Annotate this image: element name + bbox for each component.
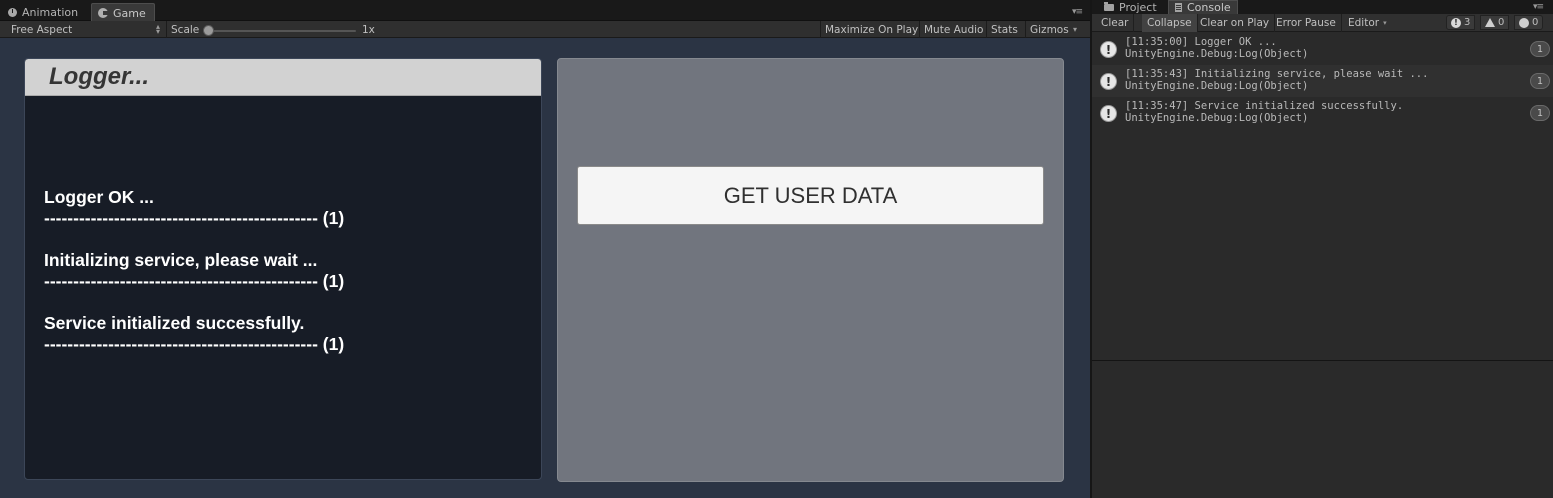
logger-header: Logger... (25, 59, 541, 96)
logger-entry-message: Service initialized successfully. (44, 313, 305, 333)
logger-title: Logger... (49, 63, 150, 90)
tab-project-label: Project (1119, 0, 1157, 14)
console-log-text: [11:35:00] Logger OK ... UnityEngine.Deb… (1125, 36, 1308, 60)
info-count: 3 (1464, 17, 1471, 28)
scale-value: 1x (362, 23, 375, 36)
console-log-message: [11:35:43] Initializing service, please … (1125, 68, 1429, 80)
editor-dropdown[interactable]: Editor ▾ (1343, 14, 1392, 32)
console-log-row[interactable]: ! [11:35:00] Logger OK ... UnityEngine.D… (1092, 33, 1553, 65)
console-log-stack: UnityEngine.Debug:Log(Object) (1125, 48, 1309, 60)
error-count: 0 (1532, 17, 1539, 28)
console-log-row[interactable]: ! [11:35:43] Initializing service, pleas… (1092, 65, 1553, 97)
stats-button[interactable]: Stats (986, 21, 1023, 38)
console-log-stack: UnityEngine.Debug:Log(Object) (1125, 112, 1309, 124)
tab-animation[interactable]: Animation (2, 3, 86, 21)
console-log-count-badge: 1 (1530, 41, 1550, 57)
mute-audio-button[interactable]: Mute Audio (919, 21, 988, 38)
folder-icon (1104, 1, 1114, 11)
game-view: Logger... Logger OK ... ----------------… (0, 38, 1090, 498)
logger-entry: Initializing service, please wait ... --… (44, 250, 534, 313)
logger-panel: Logger... Logger OK ... ----------------… (24, 58, 542, 480)
tab-game-label: Game (113, 6, 146, 20)
error-count-toggle[interactable]: 0 (1514, 15, 1544, 30)
logger-entry: Logger OK ... --------------------------… (44, 187, 534, 250)
info-icon: ! (1100, 41, 1117, 58)
console-log-count-badge: 1 (1530, 73, 1550, 89)
editor-label: Editor (1348, 17, 1380, 29)
maximize-on-play-button[interactable]: Maximize On Play (820, 21, 923, 38)
info-icon: ! (1451, 17, 1461, 28)
gizmos-button[interactable]: Gizmos (1025, 21, 1074, 38)
get-user-data-button[interactable]: GET USER DATA (577, 166, 1044, 225)
console-log-count-badge: 1 (1530, 105, 1550, 121)
scale-slider-thumb[interactable] (203, 25, 214, 36)
game-toolbar: Free Aspect ▴ ▾ Scale 1x Maximize On Play… (0, 21, 1090, 38)
console-toolbar: Clear Collapse Clear on Play Error Pause… (1092, 14, 1553, 32)
info-icon: ! (1100, 105, 1117, 122)
console-log-message: [11:35:47] Service initialized successfu… (1125, 100, 1404, 112)
logger-entry-message: Logger OK ... (44, 187, 154, 207)
animation-icon (8, 8, 17, 17)
console-log-message: [11:35:00] Logger OK ... (1125, 36, 1277, 48)
game-tabbar: Animation Game ▾≡ (0, 0, 1090, 21)
console-log-text: [11:35:47] Service initialized successfu… (1125, 100, 1403, 124)
console-icon (1175, 3, 1182, 12)
clear-on-play-button[interactable]: Clear on Play (1195, 14, 1276, 32)
logger-entry-message: Initializing service, please wait ... (44, 250, 318, 270)
console-log-stack: UnityEngine.Debug:Log(Object) (1125, 80, 1309, 92)
console-tabbar: Project Console ▾≡ (1092, 0, 1553, 14)
warning-count-toggle[interactable]: 0 (1480, 15, 1510, 30)
scale-slider-track[interactable] (210, 30, 356, 32)
tab-project[interactable]: Project (1098, 0, 1163, 14)
console-detail-pane (1092, 361, 1553, 498)
logger-entry-separator: ----------------------------------------… (44, 208, 345, 228)
warning-icon (1485, 18, 1495, 27)
logger-entries: Logger OK ... --------------------------… (44, 187, 534, 376)
console-panel-menu-icon[interactable]: ▾≡ (1533, 3, 1545, 12)
game-icon (98, 8, 108, 18)
error-icon (1519, 17, 1529, 28)
gizmos-dropdown-icon[interactable]: ▾ (1068, 21, 1082, 38)
tab-console[interactable]: Console (1168, 0, 1238, 14)
aspect-dropdown[interactable]: Free Aspect (6, 21, 77, 38)
error-pause-button[interactable]: Error Pause (1271, 14, 1342, 32)
tab-game[interactable]: Game (91, 3, 155, 21)
logger-entry-separator: ----------------------------------------… (44, 334, 345, 354)
action-panel: GET USER DATA (557, 58, 1064, 482)
console-panel: Project Console ▾≡ Clear Collapse Clear … (1090, 0, 1553, 498)
tab-console-label: Console (1187, 1, 1231, 14)
scale-label: Scale (171, 23, 200, 36)
logger-entry-separator: ----------------------------------------… (44, 271, 345, 291)
tab-animation-label: Animation (22, 6, 79, 19)
dropdown-arrows-icon: ▴ ▾ (156, 22, 161, 36)
panel-menu-icon[interactable]: ▾≡ (1072, 8, 1084, 17)
logger-entry: Service initialized successfully. ------… (44, 313, 534, 376)
console-log-row[interactable]: ! [11:35:47] Service initialized success… (1092, 97, 1553, 129)
collapse-button[interactable]: Collapse (1142, 14, 1198, 32)
console-log-text: [11:35:43] Initializing service, please … (1125, 68, 1428, 92)
chevron-down-icon: ▾ (1383, 19, 1387, 27)
game-panel: Animation Game ▾≡ Free Aspect ▴ ▾ Scale 1… (0, 0, 1090, 498)
clear-button[interactable]: Clear (1096, 14, 1135, 32)
warning-count: 0 (1498, 17, 1505, 28)
aspect-label: Free Aspect (11, 23, 73, 36)
info-icon: ! (1100, 73, 1117, 90)
console-log-list: ! [11:35:00] Logger OK ... UnityEngine.D… (1092, 33, 1553, 360)
info-count-toggle[interactable]: ! 3 (1446, 15, 1476, 30)
